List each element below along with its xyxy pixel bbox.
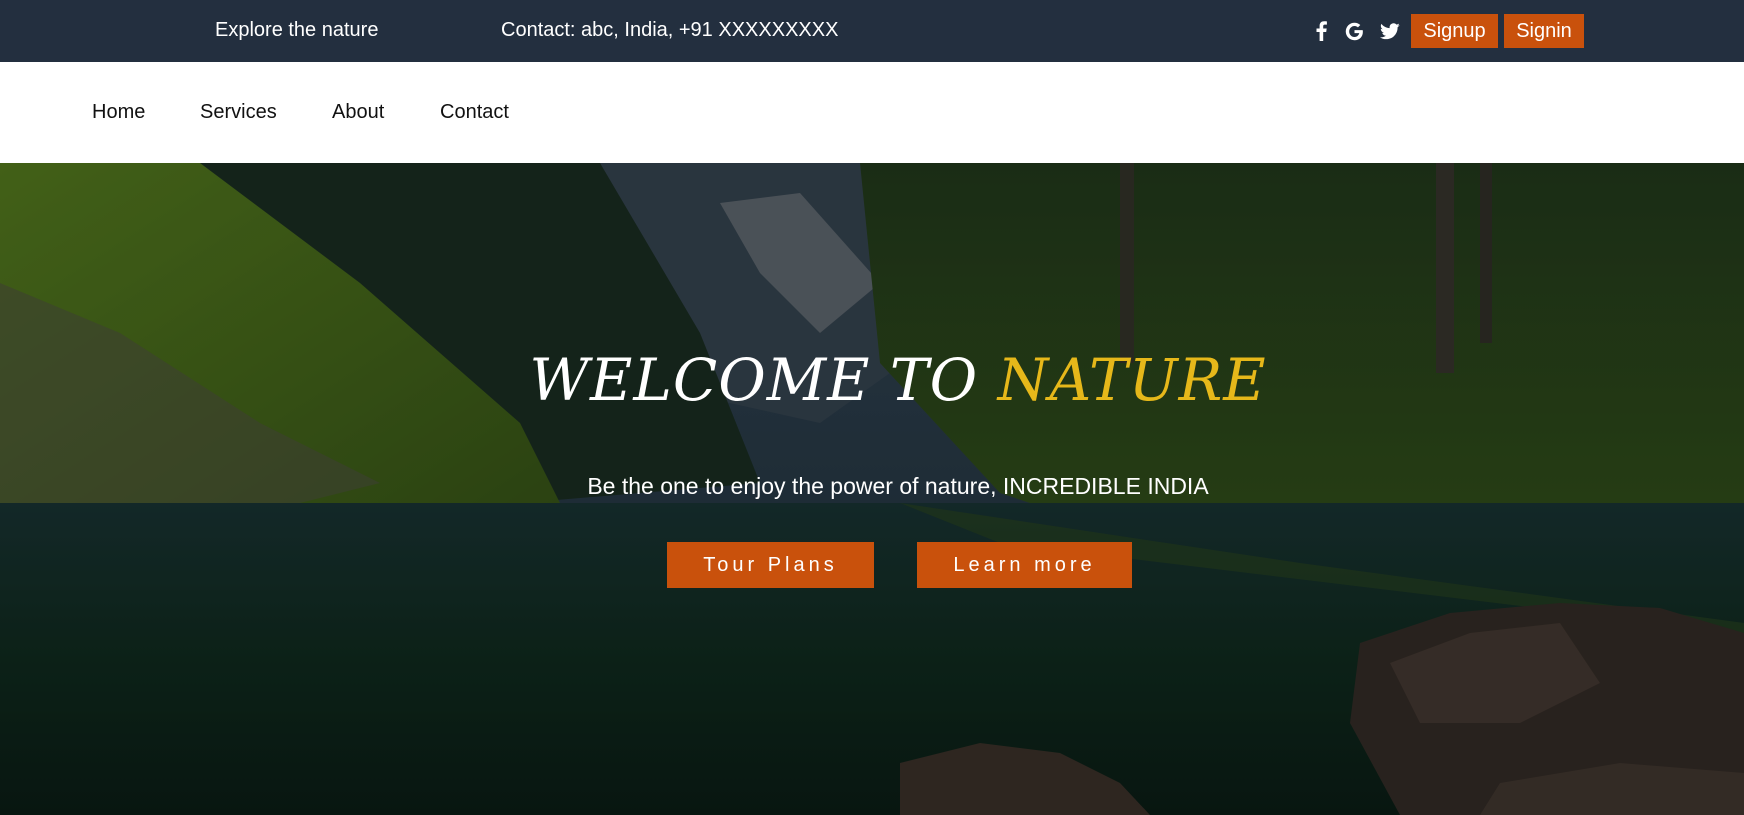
hero-title: WELCOME TO NATURE [0,346,1744,414]
tagline: Explore the nature [215,19,379,41]
hero-title-prefix: WELCOME TO [529,346,998,414]
learn-more-button[interactable]: Learn more [917,542,1132,588]
nav-item-services[interactable]: Services [200,101,277,124]
hero-section: WELCOME TO NATURE Be the one to enjoy th… [0,163,1744,815]
main-navigation: Home Services About Contact [0,62,1744,163]
signin-button[interactable]: Signin [1504,14,1584,48]
nav-item-contact[interactable]: Contact [440,101,509,124]
twitter-icon[interactable] [1378,18,1402,44]
nav-item-home[interactable]: Home [92,101,145,124]
contact-info: Contact: abc, India, +91 XXXXXXXXX [501,19,839,41]
hero-subtitle: Be the one to enjoy the power of nature,… [587,473,1209,499]
tour-plans-button[interactable]: Tour Plans [667,542,874,588]
google-icon[interactable] [1342,18,1366,44]
top-bar: Explore the nature Contact: abc, India, … [0,0,1744,62]
hero-title-accent: NATURE [997,346,1267,414]
signup-button[interactable]: Signup [1411,14,1498,48]
facebook-icon[interactable] [1311,18,1331,44]
nav-item-about[interactable]: About [332,101,384,124]
